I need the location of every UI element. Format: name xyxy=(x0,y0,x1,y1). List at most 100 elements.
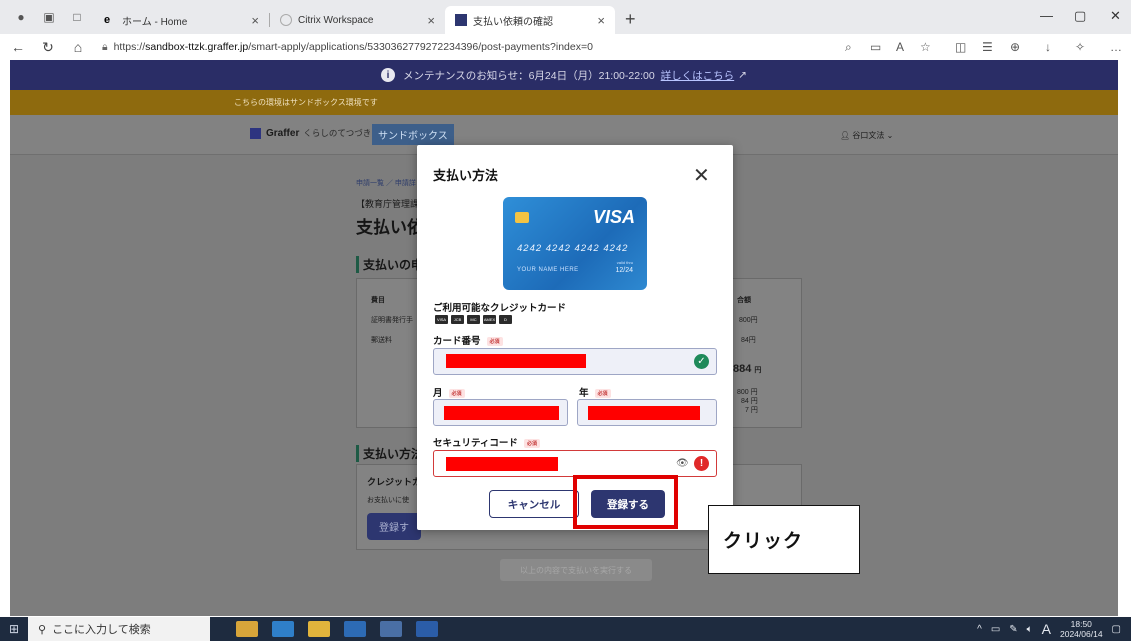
redaction-mark xyxy=(446,354,586,368)
info-icon: i xyxy=(381,68,396,82)
tab-label: ホーム - Home xyxy=(122,16,188,28)
page-title: 支払い依 xyxy=(356,218,424,237)
year-label: 年必須 xyxy=(579,385,611,399)
maintenance-link[interactable]: 詳しくはこちら xyxy=(661,68,735,83)
minimize-icon[interactable]: — xyxy=(1040,8,1053,23)
system-tray: ^ ▭ ✎ 🔈︎ A 18:50 2024/06/14 ▢ xyxy=(977,617,1121,641)
eye-off-icon[interactable]: 👁︎ xyxy=(676,458,689,469)
section-method-heading: 支払い方法 xyxy=(356,445,423,462)
lock-icon: 🔒︎ xyxy=(102,40,108,53)
plus-icon[interactable]: + xyxy=(625,9,636,30)
required-badge: 必須 xyxy=(486,336,503,346)
click-callout: クリック xyxy=(708,505,860,574)
collections-icon[interactable]: ▣ xyxy=(42,10,56,24)
close-window-icon[interactable]: ✕ xyxy=(1110,8,1121,24)
close-icon[interactable]: ✕ xyxy=(693,163,710,188)
external-link-icon: ↗ xyxy=(738,69,747,81)
chevron-down-icon: ⌄ xyxy=(886,131,894,140)
execute-payment-button[interactable]: 以上の内容で支払いを実行する xyxy=(500,559,652,581)
tab-citrix[interactable]: Citrix Workspace × xyxy=(270,6,445,34)
cancel-button[interactable]: キャンセル xyxy=(489,490,579,518)
mastercard-brand-icon: MC xyxy=(467,315,480,324)
downloads-icon[interactable]: ↓ xyxy=(1045,40,1051,54)
month-field[interactable] xyxy=(433,399,568,426)
tab-label: Citrix Workspace xyxy=(298,14,374,26)
card-number-field[interactable]: ✓ xyxy=(433,348,717,375)
card-name-preview: YOUR NAME HERE xyxy=(517,267,579,273)
security-code-label: セキュリティコード 必須 xyxy=(433,435,540,449)
extensions-icon[interactable]: ✧ xyxy=(1075,40,1085,54)
card-number-label: カード番号 必須 xyxy=(433,333,503,347)
site-logo[interactable]: Graffer くらしのてつづき xyxy=(250,127,371,139)
error-icon: ! xyxy=(694,456,709,471)
windows-start-icon[interactable]: ⊞ xyxy=(0,622,28,636)
register-card-button-bg[interactable]: 登録す xyxy=(367,513,421,540)
close-tab-icon[interactable]: × xyxy=(597,13,605,28)
restore-icon[interactable]: ▢ xyxy=(1074,8,1086,24)
more-icon[interactable]: … xyxy=(1110,40,1122,54)
back-icon[interactable]: ← xyxy=(6,39,30,55)
amex-brand-icon: AMEX xyxy=(483,315,496,324)
citrix-icon xyxy=(280,14,292,26)
ime-indicator[interactable]: A xyxy=(1042,621,1051,637)
year-field[interactable] xyxy=(577,399,717,426)
section-fee-heading: 支払いの申 xyxy=(356,256,423,273)
chip-icon xyxy=(515,212,529,223)
notification-icon[interactable]: ▢ xyxy=(1112,624,1121,635)
outlook-app-icon[interactable] xyxy=(344,621,366,637)
search-icon: ⚲ xyxy=(38,623,47,636)
card-brand-list: VISA JCB MC AMEX D xyxy=(435,315,512,324)
network-icon[interactable]: ▭ xyxy=(991,624,1000,635)
home-icon[interactable]: ⌂ xyxy=(66,39,90,55)
url-field[interactable]: 🔒︎ https://sandbox-ttzk.graffer.jp/smart… xyxy=(102,41,593,54)
briefcase-app-icon[interactable] xyxy=(236,621,258,637)
chevron-up-icon[interactable]: ^ xyxy=(977,624,982,635)
tab-home[interactable]: e ホーム - Home × xyxy=(94,6,269,34)
tab-label: 支払い依頼の確認 xyxy=(473,16,553,28)
credit-card-preview: VISA 4242 4242 4242 4242 YOUR NAME HERE … xyxy=(503,197,647,290)
read-aloud-icon[interactable]: A xyxy=(896,40,904,54)
graffer-icon xyxy=(455,14,467,26)
close-tab-icon[interactable]: × xyxy=(251,13,259,28)
windows-taskbar: ⊞ ⚲ ここに入力して検索 ^ ▭ ✎ 🔈︎ A 18:50 2024/06/1… xyxy=(0,617,1131,641)
clock[interactable]: 18:50 2024/06/14 xyxy=(1060,619,1103,639)
security-code-field[interactable]: 👁︎ ! xyxy=(433,450,717,477)
register-highlight-box xyxy=(573,475,678,529)
zoom-icon[interactable]: ⌕ xyxy=(845,40,852,55)
volume-icon[interactable]: 🔈︎ xyxy=(1027,624,1033,635)
close-tab-icon[interactable]: × xyxy=(427,13,435,28)
collections-icon[interactable]: ⊕ xyxy=(1010,40,1020,54)
profile-icon[interactable]: ● xyxy=(14,10,28,24)
card-expiry-preview: 12/24 xyxy=(615,267,633,274)
department-label: 【教育庁管理課 xyxy=(356,199,420,209)
fee-total: 884 円 xyxy=(733,363,762,375)
redaction-mark xyxy=(446,457,558,471)
favorites-list-icon[interactable]: ☰ xyxy=(982,40,993,54)
breadcrumb[interactable]: 申請一覧 ／ 申請詳 xyxy=(356,178,416,188)
user-menu[interactable]: 👤︎ 谷口文法 ⌄ xyxy=(840,130,893,141)
tab-actions-icon[interactable]: □ xyxy=(70,10,84,24)
split-screen-icon[interactable]: ◫ xyxy=(955,40,966,54)
window-app-icon[interactable] xyxy=(380,621,402,637)
reload-icon[interactable]: ↻ xyxy=(36,39,60,56)
edge-app-icon[interactable] xyxy=(272,621,294,637)
graffer-logo-icon xyxy=(250,127,261,139)
tab-payment-confirm[interactable]: 支払い依頼の確認 × xyxy=(445,6,615,34)
month-label: 月必須 xyxy=(433,385,465,399)
user-icon: 👤︎ xyxy=(840,131,851,140)
reader-icon[interactable]: ▭ xyxy=(870,40,881,54)
edge-icon: e xyxy=(104,14,111,26)
pen-icon[interactable]: ✎ xyxy=(1009,624,1017,635)
file-explorer-icon[interactable] xyxy=(308,621,330,637)
visa-logo: VISA xyxy=(592,207,635,227)
redaction-mark xyxy=(588,406,700,420)
jcb-brand-icon: JCB xyxy=(451,315,464,324)
diners-brand-icon: D xyxy=(499,315,512,324)
sandbox-button[interactable]: サンドボックス xyxy=(372,124,454,145)
word-app-icon[interactable] xyxy=(416,621,438,637)
check-icon: ✓ xyxy=(694,354,709,369)
payment-method-modal: 支払い方法 ✕ VISA 4242 4242 4242 4242 YOUR NA… xyxy=(417,145,733,530)
taskbar-search[interactable]: ⚲ ここに入力して検索 xyxy=(28,617,210,641)
valid-thru-label: valid thru xyxy=(616,260,633,265)
favorite-icon[interactable]: ☆ xyxy=(920,40,931,54)
